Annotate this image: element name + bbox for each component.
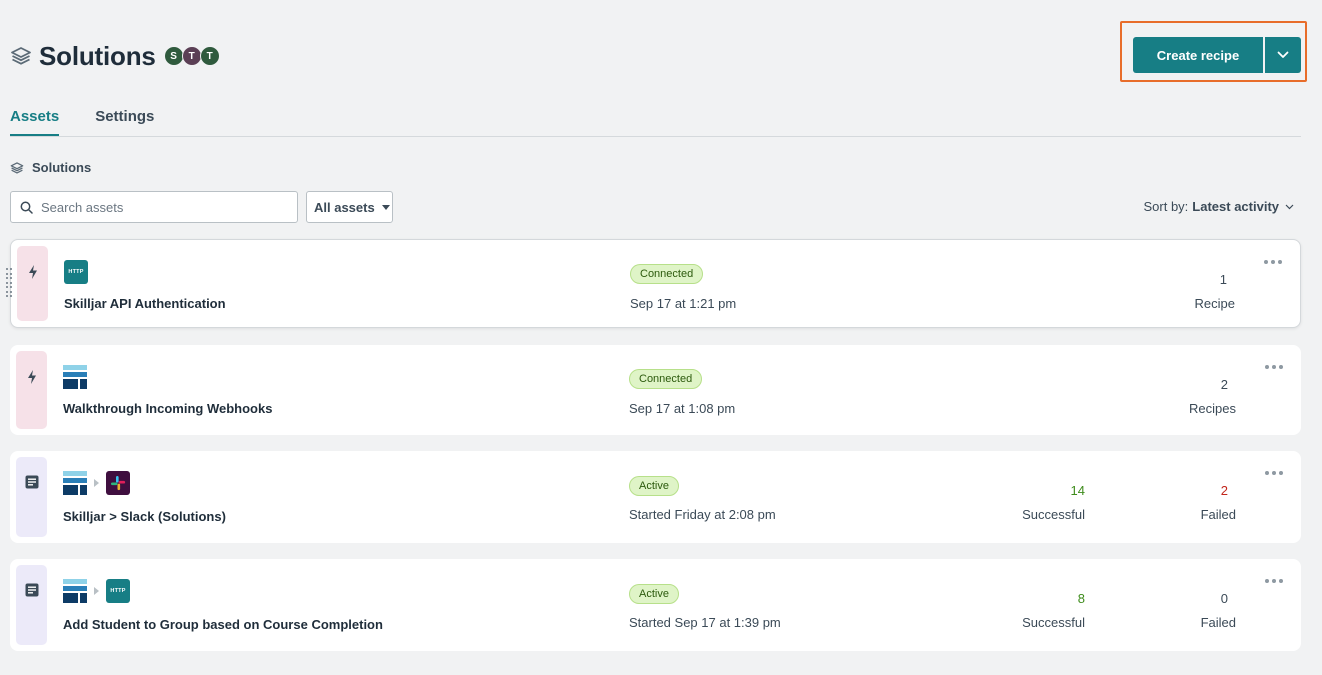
asset-name[interactable]: Skilljar > Slack (Solutions)	[63, 509, 226, 524]
status-badge: Active	[629, 476, 679, 496]
app-icons	[63, 471, 130, 495]
lightning-icon	[26, 369, 38, 429]
create-recipe-button[interactable]: Create recipe	[1133, 37, 1263, 73]
list-item[interactable]: HTTP Add Student to Group based on Cours…	[10, 559, 1301, 651]
chevron-down-icon	[1285, 204, 1294, 210]
app-icons: HTTP	[63, 579, 130, 603]
drag-handle[interactable]	[6, 268, 12, 298]
sort-value: Latest activity	[1192, 199, 1279, 214]
arrow-right-icon	[94, 479, 99, 487]
recipe-count-label: Recipe	[1194, 296, 1235, 311]
chevron-down-icon	[1277, 51, 1289, 59]
section-label: Solutions	[32, 160, 92, 175]
page-title: Solutions	[39, 40, 156, 71]
asset-name[interactable]: Skilljar API Authentication	[64, 296, 226, 311]
successful-count: 14	[1070, 483, 1085, 498]
layers-icon	[10, 45, 32, 67]
recipe-count-label: Recipes	[1189, 401, 1236, 416]
recipe-type-strip	[16, 565, 47, 645]
asset-name[interactable]: Add Student to Group based on Course Com…	[63, 617, 383, 632]
asset-date: Sep 17 at 1:21 pm	[630, 296, 737, 311]
create-recipe-dropdown-button[interactable]	[1265, 37, 1301, 73]
status-badge: Connected	[629, 369, 703, 389]
recipe-count: 1	[1219, 272, 1227, 287]
http-icon: HTTP	[64, 260, 88, 284]
app-icons	[63, 365, 87, 389]
avatar[interactable]: T	[199, 46, 220, 66]
filter-value: All assets	[314, 199, 375, 215]
list-item[interactable]: Skilljar > Slack (Solutions) Active Star…	[10, 451, 1301, 543]
failed-count: 2	[1220, 483, 1228, 498]
collaborator-avatars[interactable]: S T T	[163, 46, 220, 66]
status-badge: Active	[629, 584, 679, 604]
status-badge: Connected	[630, 264, 704, 284]
sort-control[interactable]: Sort by: Latest activity	[1144, 199, 1295, 214]
tab-bar: Assets Settings	[10, 108, 190, 136]
layers-icon	[10, 161, 24, 175]
skilljar-icon	[63, 579, 87, 603]
search-input[interactable]	[41, 199, 281, 215]
successful-label: Successful	[1022, 615, 1085, 630]
successful-count: 8	[1077, 591, 1085, 606]
failed-count: 0	[1220, 591, 1228, 606]
search-icon	[20, 201, 33, 214]
arrow-right-icon	[94, 587, 99, 595]
asset-filter-select[interactable]: All assets	[306, 191, 393, 223]
tab-divider	[10, 136, 1301, 137]
avatar[interactable]: T	[181, 46, 202, 66]
page-header: Solutions S T T	[10, 38, 220, 74]
list-item[interactable]: Walkthrough Incoming Webhooks Connected …	[10, 345, 1301, 435]
section-heading: Solutions	[10, 160, 91, 175]
lightning-icon	[27, 264, 39, 321]
successful-label: Successful	[1022, 507, 1085, 522]
tab-assets[interactable]: Assets	[10, 108, 60, 136]
list-item[interactable]: HTTP Skilljar API Authentication Connect…	[6, 239, 1301, 328]
http-icon: HTTP	[106, 579, 130, 603]
recipe-document-icon	[25, 475, 39, 537]
recipe-type-strip	[16, 457, 47, 537]
sort-prefix: Sort by:	[1143, 199, 1189, 214]
more-options-icon[interactable]	[1265, 579, 1283, 583]
more-options-icon[interactable]	[1265, 365, 1283, 369]
more-options-icon[interactable]	[1265, 471, 1283, 475]
recipe-document-icon	[25, 583, 39, 645]
tab-settings[interactable]: Settings	[95, 108, 154, 136]
slack-icon	[106, 471, 130, 495]
skilljar-icon	[63, 365, 87, 389]
asset-date: Sep 17 at 1:08 pm	[629, 401, 736, 416]
failed-label: Failed	[1200, 507, 1236, 522]
search-box[interactable]	[10, 191, 298, 223]
asset-date: Started Friday at 2:08 pm	[629, 507, 776, 522]
recipe-count: 2	[1220, 377, 1228, 392]
app-icons: HTTP	[64, 260, 88, 284]
asset-date: Started Sep 17 at 1:39 pm	[629, 615, 781, 630]
connection-type-strip	[16, 351, 47, 429]
skilljar-icon	[63, 471, 87, 495]
failed-label: Failed	[1200, 615, 1236, 630]
caret-down-icon	[381, 204, 390, 210]
avatar[interactable]: S	[163, 46, 184, 66]
connection-type-strip	[17, 246, 48, 321]
asset-name[interactable]: Walkthrough Incoming Webhooks	[63, 401, 272, 416]
more-options-icon[interactable]	[1264, 260, 1282, 264]
